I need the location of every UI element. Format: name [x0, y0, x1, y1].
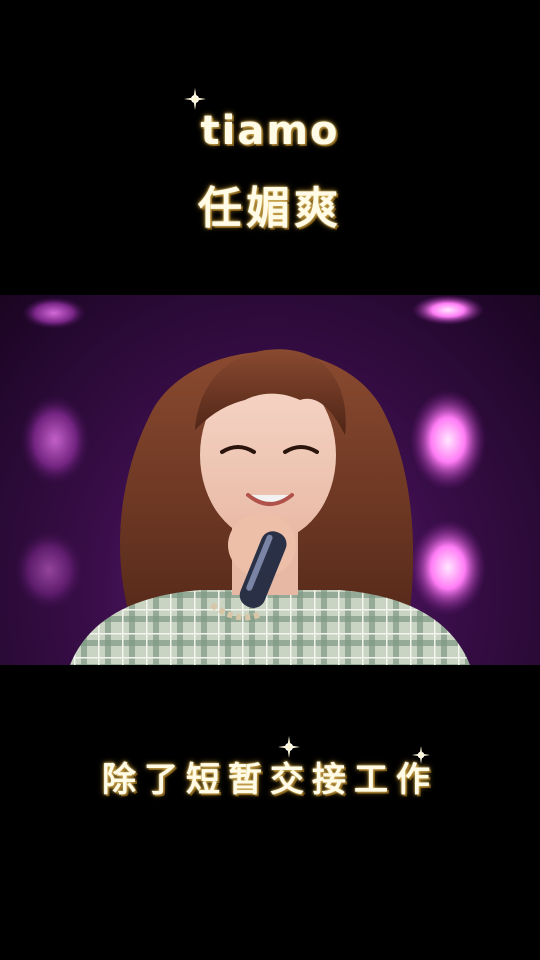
- stage-scene: [14, 295, 486, 665]
- stage-light: [410, 390, 486, 490]
- stage-light: [22, 297, 86, 329]
- stage-light: [412, 295, 484, 325]
- video-frame: [0, 295, 540, 665]
- sparkle-icon: [184, 88, 206, 110]
- song-title: tiamo: [200, 108, 340, 154]
- stage-light: [20, 395, 90, 485]
- artist-name: 任媚爽: [198, 183, 342, 234]
- stage-light: [14, 530, 84, 610]
- lyric-line: 除了短暂交接工作: [102, 760, 438, 800]
- stage-light: [410, 520, 486, 615]
